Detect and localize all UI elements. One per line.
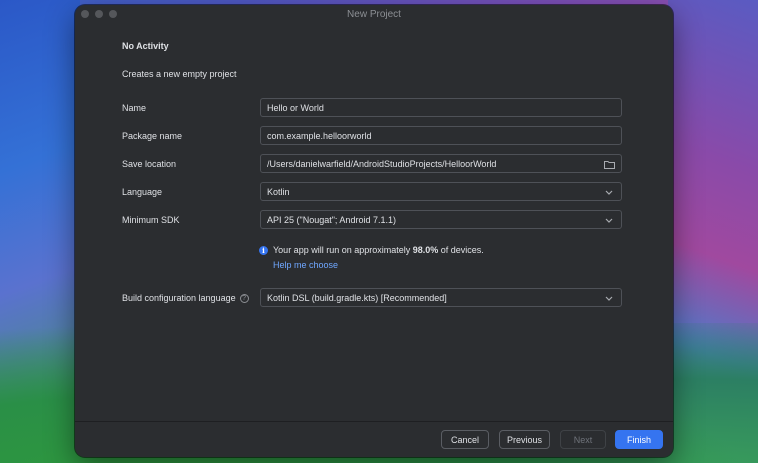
name-label: Name — [122, 103, 147, 113]
minimize-window-button[interactable] — [95, 10, 103, 18]
save-location-label: Save location — [122, 159, 177, 169]
template-description: Creates a new empty project — [122, 69, 237, 79]
info-icon: i — [259, 245, 268, 255]
help-me-choose-link[interactable]: Help me choose — [273, 260, 338, 270]
build-config-dropdown[interactable]: Kotlin DSL (build.gradle.kts) [Recommend… — [260, 288, 622, 307]
minimum-sdk-value: API 25 ("Nougat"; Android 7.1.1) — [267, 214, 396, 225]
name-field[interactable]: Hello or World — [260, 98, 622, 117]
minimum-sdk-label: Minimum SDK — [122, 215, 180, 225]
minimum-sdk-dropdown[interactable]: API 25 ("Nougat"; Android 7.1.1) — [260, 210, 622, 229]
build-config-value: Kotlin DSL (build.gradle.kts) [Recommend… — [267, 292, 447, 303]
package-name-field[interactable]: com.example.helloorworld — [260, 126, 622, 145]
window-controls — [81, 10, 117, 18]
next-button[interactable]: Next — [560, 430, 606, 449]
name-value: Hello or World — [267, 102, 324, 113]
chevron-down-icon — [603, 186, 615, 198]
dialog-footer: Cancel Previous Next Finish — [75, 421, 673, 457]
device-coverage-percent: 98.0% — [412, 245, 439, 255]
chevron-down-icon — [603, 214, 615, 226]
save-location-field[interactable]: /Users/danielwarfield/AndroidStudioProje… — [260, 154, 622, 173]
chevron-down-icon — [603, 292, 615, 304]
window-title: New Project — [347, 8, 401, 20]
package-name-label: Package name — [122, 131, 183, 141]
title-bar: New Project — [75, 5, 673, 23]
template-heading: No Activity — [122, 41, 169, 51]
finish-button[interactable]: Finish — [615, 430, 663, 449]
previous-button[interactable]: Previous — [499, 430, 550, 449]
package-name-value: com.example.helloorworld — [267, 130, 372, 141]
language-dropdown[interactable]: Kotlin — [260, 182, 622, 201]
folder-icon[interactable] — [603, 158, 615, 170]
build-config-label: Build configuration language? — [122, 293, 249, 304]
zoom-window-button[interactable] — [109, 10, 117, 18]
close-window-button[interactable] — [81, 10, 89, 18]
save-location-value: /Users/danielwarfield/AndroidStudioProje… — [267, 158, 497, 169]
device-coverage-info: i Your app will run on approximately 98.… — [259, 245, 484, 255]
help-question-icon[interactable]: ? — [239, 294, 249, 304]
new-project-dialog: New Project No Activity Creates a new em… — [75, 5, 673, 457]
cancel-button[interactable]: Cancel — [441, 430, 489, 449]
language-label: Language — [122, 187, 163, 197]
device-coverage-text: Your app will run on approximately 98.0%… — [273, 245, 484, 255]
language-value: Kotlin — [267, 186, 290, 197]
